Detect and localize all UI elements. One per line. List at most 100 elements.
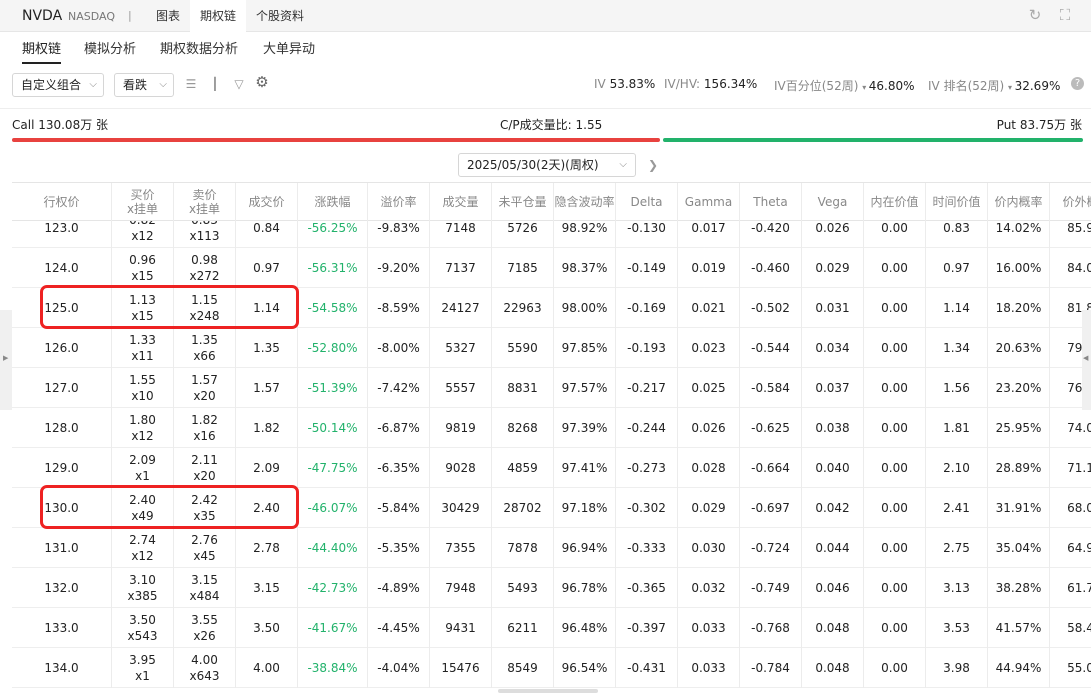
- list-view-icon[interactable]: ☰: [184, 77, 198, 91]
- cell-itm: 41.57%: [988, 608, 1050, 648]
- table-row[interactable]: 130.0 2.40 x49 2.42 x35 2.40 -46.07% -5.84% 3042…: [12, 488, 1091, 528]
- cell-iv: 96.94%: [554, 528, 616, 568]
- tab-stock-profile[interactable]: 个股资料: [246, 0, 314, 32]
- cell-ask: 1.82 x16: [174, 408, 236, 448]
- cell-strike: 124.0: [12, 248, 112, 288]
- refresh-icon[interactable]: ↻: [1026, 6, 1044, 24]
- header-theta[interactable]: Theta: [740, 183, 802, 221]
- help-icon[interactable]: ?: [1071, 77, 1084, 90]
- subtab-option-data-analysis[interactable]: 期权数据分析: [160, 38, 238, 57]
- cell-chg: -38.84%: [298, 648, 368, 688]
- table-row[interactable]: 125.0 1.13 x15 1.15 x248 1.14 -54.58% -8.59% 241…: [12, 288, 1091, 328]
- header-otm-prob[interactable]: 价外概: [1050, 183, 1091, 221]
- columns-icon[interactable]: ┃: [208, 77, 222, 91]
- cell-vol: 9819: [430, 408, 492, 448]
- header-ask[interactable]: 卖价 x挂单: [174, 183, 236, 221]
- table-row[interactable]: 132.0 3.10 x385 3.15 x484 3.15 -42.73% -4.89% 79…: [12, 568, 1091, 608]
- cell-last: 4.00: [236, 648, 298, 688]
- cell-intrinsic: 0.00: [864, 568, 926, 608]
- cell-vega: 0.040: [802, 448, 864, 488]
- cell-chg: -52.80%: [298, 328, 368, 368]
- header-change[interactable]: 涨跌幅: [298, 183, 368, 221]
- cell-itm: 44.94%: [988, 648, 1050, 688]
- gear-icon[interactable]: ⚙: [255, 75, 269, 90]
- cell-time: 2.10: [926, 448, 988, 488]
- iv-percentile-label: IV百分位(52周): [774, 79, 859, 93]
- table-row[interactable]: 128.0 1.80 x12 1.82 x16 1.82 -50.14% -6.87% 9819…: [12, 408, 1091, 448]
- cell-iv: 97.39%: [554, 408, 616, 448]
- combo-dropdown-label: 自定义组合: [21, 78, 82, 92]
- direction-dropdown[interactable]: 看跌 ⌵: [114, 73, 174, 97]
- cell-bid-price: 2.09: [129, 453, 156, 467]
- subtab-option-chain[interactable]: 期权链: [22, 38, 62, 64]
- header-time-value[interactable]: 时间价值: [926, 183, 988, 221]
- direction-dropdown-label: 看跌: [123, 78, 148, 92]
- header-intrinsic[interactable]: 内在价值: [864, 183, 926, 221]
- header-premium[interactable]: 溢价率: [368, 183, 430, 221]
- cell-ask-price: 2.11: [191, 453, 218, 467]
- header-ask-text: 卖价: [192, 188, 217, 202]
- left-panel-handle[interactable]: ▶: [0, 310, 12, 410]
- table-row[interactable]: 127.0 1.55 x10 1.57 x20 1.57 -51.39% -7.42% 5557…: [12, 368, 1091, 408]
- cell-iv: 96.54%: [554, 648, 616, 688]
- cell-chg: -42.73%: [298, 568, 368, 608]
- cell-theta: -0.664: [740, 448, 802, 488]
- filter-icon[interactable]: ▽: [232, 77, 246, 91]
- header-open-interest[interactable]: 未平仓量: [492, 183, 554, 221]
- cell-prem: -8.00%: [368, 328, 430, 368]
- cell-ask-size: x66: [193, 349, 216, 363]
- cell-delta: -0.397: [616, 608, 678, 648]
- cell-theta: -0.784: [740, 648, 802, 688]
- cell-delta: -0.333: [616, 528, 678, 568]
- header-itm-prob[interactable]: 价内概率: [988, 183, 1050, 221]
- cell-strike: 128.0: [12, 408, 112, 448]
- header-vega[interactable]: Vega: [802, 183, 864, 221]
- cell-bid: 1.13 x15: [112, 288, 174, 328]
- header-delta[interactable]: Delta: [616, 183, 678, 221]
- table-row[interactable]: 124.0 0.96 x15 0.98 x272 0.97 -56.31% -9.20% 713…: [12, 248, 1091, 288]
- subtab-simulation[interactable]: 模拟分析: [84, 38, 136, 57]
- combo-dropdown[interactable]: 自定义组合 ⌵: [12, 73, 104, 97]
- cell-iv: 97.85%: [554, 328, 616, 368]
- header-bid[interactable]: 买价 x挂单: [112, 183, 174, 221]
- cell-vol: 7948: [430, 568, 492, 608]
- cell-strike: 134.0: [12, 648, 112, 688]
- cell-ask-size: x272: [189, 269, 220, 283]
- table-row[interactable]: 131.0 2.74 x12 2.76 x45 2.78 -44.40% -5.35% 7355…: [12, 528, 1091, 568]
- iv-rank-stat[interactable]: IV 排名(52周) ▾ 32.69%: [928, 77, 1060, 94]
- cell-bid-size: x1: [135, 469, 150, 483]
- cell-bid-price: 3.50: [129, 613, 156, 627]
- cell-intrinsic: 0.00: [864, 248, 926, 288]
- chevron-right-icon[interactable]: ❯: [648, 158, 658, 172]
- horizontal-scrollbar[interactable]: [498, 689, 598, 693]
- cell-time: 3.98: [926, 648, 988, 688]
- table-row[interactable]: 133.0 3.50 x543 3.55 x26 3.50 -41.67% -4.45% 943…: [12, 608, 1091, 648]
- option-chain-table: 123.00.82x120.83x1130.84-56.25%-9.83%714…: [12, 182, 1091, 693]
- cell-oi: 8831: [492, 368, 554, 408]
- header-last[interactable]: 成交价: [236, 183, 298, 221]
- header-gamma[interactable]: Gamma: [678, 183, 740, 221]
- cell-gamma: 0.019: [678, 248, 740, 288]
- tab-chart[interactable]: 图表: [146, 0, 190, 32]
- caret-left-icon: ◀: [1083, 354, 1089, 362]
- table-row[interactable]: 129.0 2.09 x1 2.11 x20 2.09 -47.75% -6.35% 9028 4…: [12, 448, 1091, 488]
- cell-itm: 20.63%: [988, 328, 1050, 368]
- expand-icon[interactable]: ⛶: [1056, 6, 1074, 24]
- cell-otm: 58.4: [1050, 608, 1091, 648]
- right-panel-handle[interactable]: ◀: [1082, 310, 1091, 410]
- iv-percentile-stat[interactable]: IV百分位(52周) ▾ 46.80%: [774, 77, 915, 94]
- header-strike[interactable]: 行权价: [12, 183, 112, 221]
- table-row[interactable]: 134.0 3.95 x1 4.00 x643 4.00 -38.84% -4.04% 1547…: [12, 648, 1091, 688]
- tab-option-chain[interactable]: 期权链: [190, 0, 247, 32]
- cell-strike: 133.0: [12, 608, 112, 648]
- table-row[interactable]: 126.0 1.33 x11 1.35 x66 1.35 -52.80% -8.00% 5327…: [12, 328, 1091, 368]
- cell-bid: 2.74 x12: [112, 528, 174, 568]
- header-implied-vol[interactable]: 隐含波动率: [554, 183, 616, 221]
- cell-strike: 129.0: [12, 448, 112, 488]
- expiry-dropdown[interactable]: 2025/05/30(2天)(周权) ⌵: [458, 153, 636, 177]
- cell-itm: 25.95%: [988, 408, 1050, 448]
- cell-ask: 3.15 x484: [174, 568, 236, 608]
- header-volume[interactable]: 成交量: [430, 183, 492, 221]
- cell-vega: 0.048: [802, 608, 864, 648]
- subtab-block-trades[interactable]: 大单异动: [263, 38, 315, 57]
